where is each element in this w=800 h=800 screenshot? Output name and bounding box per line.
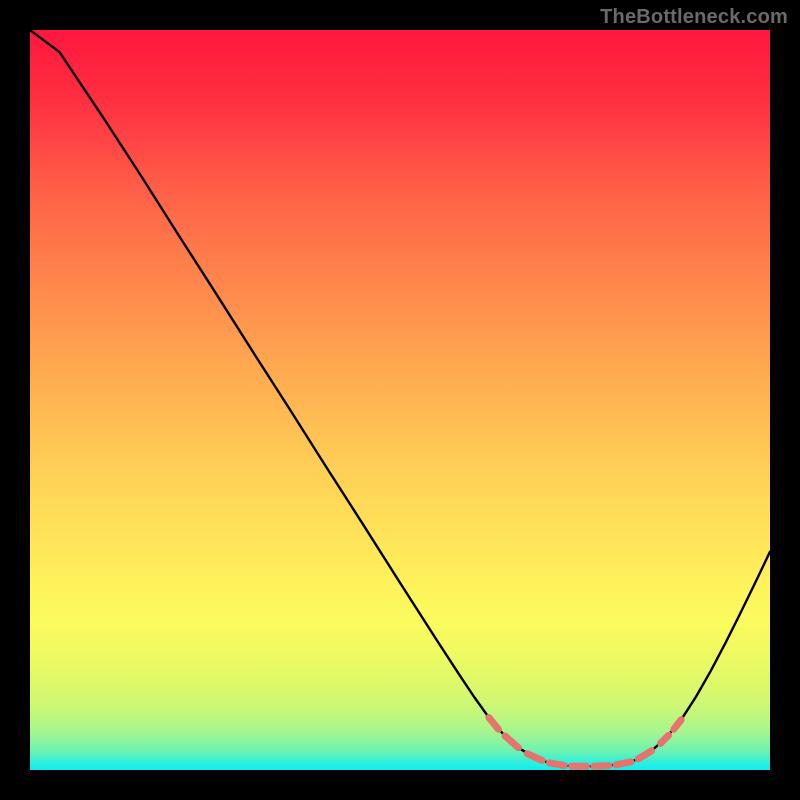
dashed-segment bbox=[489, 717, 499, 729]
dashed-segment bbox=[674, 720, 681, 730]
main-curve-line bbox=[30, 30, 770, 766]
dashed-segment bbox=[660, 735, 668, 743]
dashed-segment bbox=[594, 766, 609, 767]
curve-layer bbox=[30, 30, 770, 770]
attribution-text: TheBottleneck.com bbox=[600, 6, 788, 29]
dashed-segment bbox=[616, 762, 631, 765]
plot-area bbox=[30, 30, 770, 770]
dashed-segment bbox=[638, 751, 651, 759]
dashed-segment bbox=[527, 754, 542, 761]
dashed-segment bbox=[549, 763, 564, 766]
dashed-segment bbox=[505, 736, 518, 748]
dashed-bottom-segments bbox=[489, 717, 681, 766]
bottleneck-chart: TheBottleneck.com bbox=[0, 0, 800, 800]
